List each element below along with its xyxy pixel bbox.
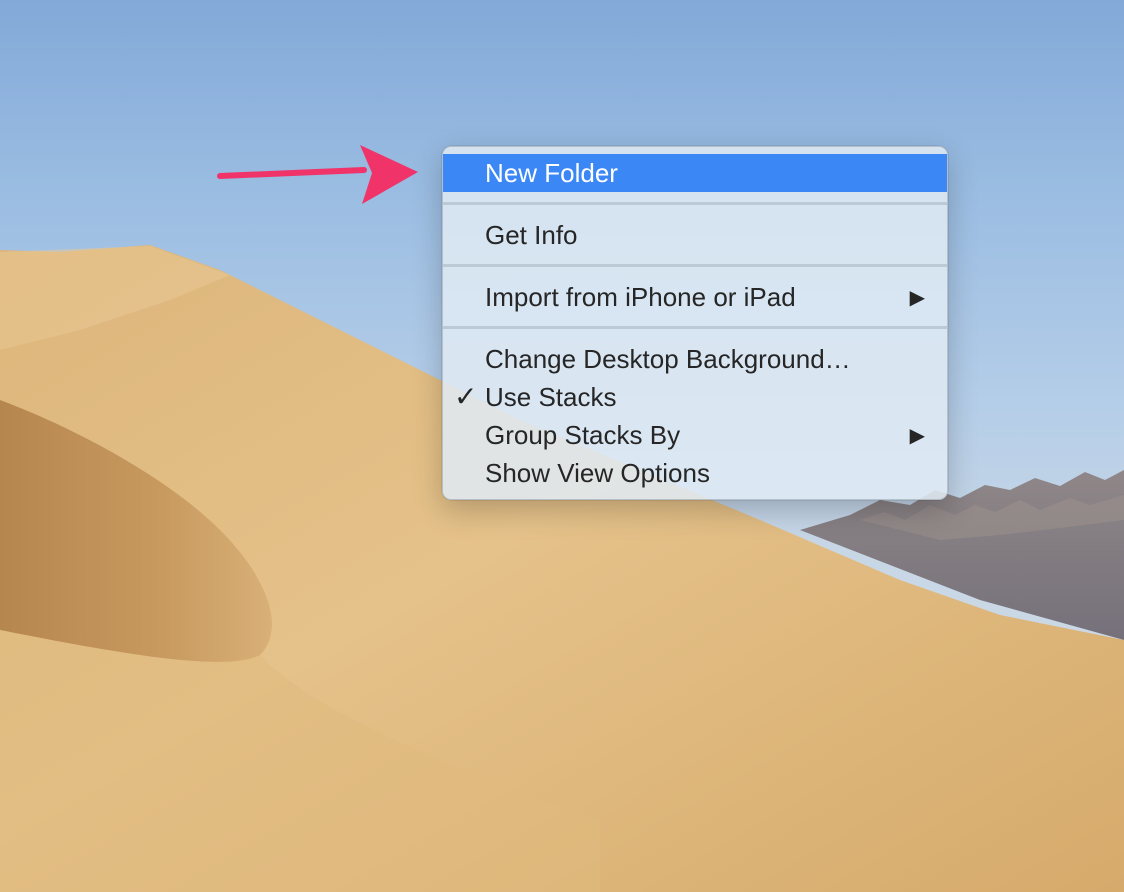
menu-item-import-from-iphone[interactable]: Import from iPhone or iPad ▶ — [443, 278, 947, 316]
menu-item-new-folder[interactable]: New Folder — [443, 154, 947, 192]
annotation-arrow-icon — [217, 145, 418, 204]
menu-item-label: Change Desktop Background… — [485, 344, 851, 374]
checkmark-icon: ✓ — [454, 380, 478, 413]
desktop-context-menu: New Folder Get Info Import from iPhone o… — [442, 146, 948, 500]
menu-item-label: Show View Options — [485, 458, 710, 488]
menu-separator — [443, 192, 947, 216]
menu-item-label: Get Info — [485, 220, 578, 250]
menu-item-label: Use Stacks — [485, 382, 617, 412]
menu-item-use-stacks[interactable]: ✓ Use Stacks — [443, 378, 947, 416]
menu-item-label: Group Stacks By — [485, 420, 681, 450]
desktop[interactable]: New Folder Get Info Import from iPhone o… — [0, 0, 1124, 892]
menu-item-label: New Folder — [485, 158, 618, 188]
menu-separator — [443, 254, 947, 278]
menu-item-show-view-options[interactable]: Show View Options — [443, 454, 947, 492]
menu-item-change-desktop-background[interactable]: Change Desktop Background… — [443, 340, 947, 378]
menu-item-group-stacks-by[interactable]: Group Stacks By ▶ — [443, 416, 947, 454]
submenu-arrow-icon: ▶ — [909, 423, 925, 447]
menu-item-label: Import from iPhone or iPad — [485, 282, 796, 312]
menu-separator — [443, 316, 947, 340]
submenu-arrow-icon: ▶ — [909, 285, 925, 309]
menu-item-get-info[interactable]: Get Info — [443, 216, 947, 254]
